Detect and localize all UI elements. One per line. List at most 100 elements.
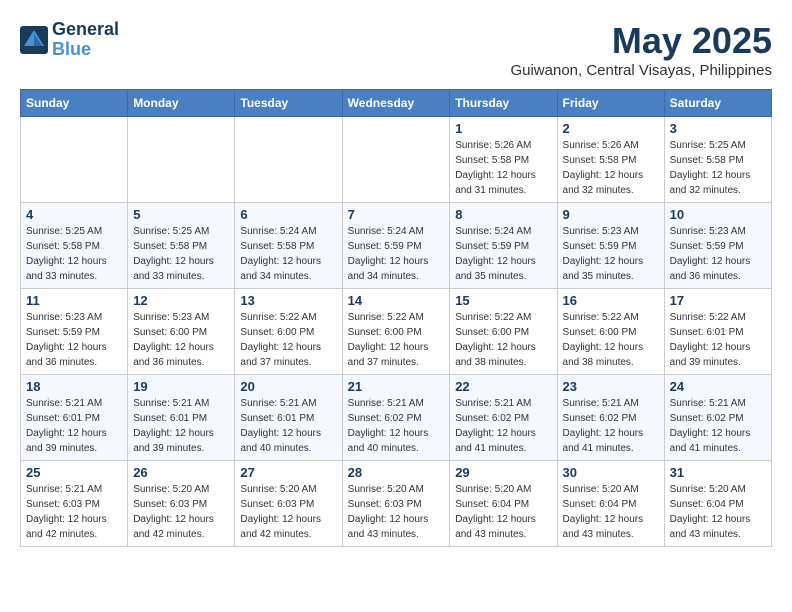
day-info: Sunrise: 5:21 AMSunset: 6:03 PMDaylight:… xyxy=(26,482,122,542)
calendar-cell: 9Sunrise: 5:23 AMSunset: 5:59 PMDaylight… xyxy=(557,203,664,289)
day-number: 14 xyxy=(348,293,445,308)
calendar-cell: 26 Sunrise: 5:20 AMSunset: 6:03 PMDayligh… xyxy=(128,461,235,547)
day-info: Sunrise: 5:20 AMSunset: 6:04 PMDaylight:… xyxy=(455,482,551,542)
weekday-header-saturday: Saturday xyxy=(664,90,771,117)
day-number: 11 xyxy=(26,293,122,308)
day-info: Sunrise: 5:21 AMSunset: 6:01 PMDaylight:… xyxy=(26,396,122,456)
day-info: Sunrise: 5:22 AMSunset: 6:00 PMDaylight:… xyxy=(348,310,445,370)
day-info: Sunrise: 5:23 AMSunset: 6:00 PMDaylight:… xyxy=(133,310,229,370)
day-info: Sunrise: 5:25 AMSunset: 5:58 PMDaylight:… xyxy=(670,138,766,198)
day-number: 13 xyxy=(240,293,336,308)
logo-line1: General xyxy=(52,20,119,40)
day-info: Sunrise: 5:20 AMSunset: 6:03 PMDaylight:… xyxy=(240,482,336,542)
day-number: 1 xyxy=(455,121,551,136)
weekday-header-sunday: Sunday xyxy=(21,90,128,117)
day-info: Sunrise: 5:20 AMSunset: 6:03 PMDaylight:… xyxy=(133,482,229,542)
day-number: 23 xyxy=(563,379,659,394)
location-subtitle: Guiwanon, Central Visayas, Philippines xyxy=(510,62,772,79)
calendar-cell: 30 Sunrise: 5:20 AMSunset: 6:04 PMDayligh… xyxy=(557,461,664,547)
calendar-cell: 20 Sunrise: 5:21 AMSunset: 6:01 PMDayligh… xyxy=(235,375,342,461)
calendar-cell: 23Sunrise: 5:21 AMSunset: 6:02 PMDayligh… xyxy=(557,375,664,461)
day-info: Sunrise: 5:22 AMSunset: 6:00 PMDaylight:… xyxy=(240,310,336,370)
day-info: Sunrise: 5:21 AMSunset: 6:02 PMDaylight:… xyxy=(670,396,766,456)
weekday-header-friday: Friday xyxy=(557,90,664,117)
day-info: Sunrise: 5:22 AMSunset: 6:00 PMDaylight:… xyxy=(455,310,551,370)
day-info: Sunrise: 5:24 AMSunset: 5:59 PMDaylight:… xyxy=(455,224,551,284)
day-number: 16 xyxy=(563,293,659,308)
calendar-cell: 29Sunrise: 5:20 AMSunset: 6:04 PMDayligh… xyxy=(450,461,557,547)
day-info: Sunrise: 5:21 AMSunset: 6:01 PMDaylight:… xyxy=(240,396,336,456)
logo-icon xyxy=(20,26,48,54)
weekday-header-wednesday: Wednesday xyxy=(342,90,450,117)
day-number: 10 xyxy=(670,207,766,222)
calendar-cell: 21Sunrise: 5:21 AMSunset: 6:02 PMDayligh… xyxy=(342,375,450,461)
calendar-cell: 16 Sunrise: 5:22 AMSunset: 6:00 PMDayligh… xyxy=(557,289,664,375)
day-info: Sunrise: 5:21 AMSunset: 6:01 PMDaylight:… xyxy=(133,396,229,456)
calendar-cell: 6 Sunrise: 5:24 AMSunset: 5:58 PMDaylight… xyxy=(235,203,342,289)
day-number: 22 xyxy=(455,379,551,394)
calendar-cell: 27Sunrise: 5:20 AMSunset: 6:03 PMDayligh… xyxy=(235,461,342,547)
month-title: May 2025 xyxy=(510,20,772,62)
calendar-cell: 18 Sunrise: 5:21 AMSunset: 6:01 PMDayligh… xyxy=(21,375,128,461)
calendar-cell: 13 Sunrise: 5:22 AMSunset: 6:00 PMDayligh… xyxy=(235,289,342,375)
calendar-cell: 31Sunrise: 5:20 AMSunset: 6:04 PMDayligh… xyxy=(664,461,771,547)
calendar-cell: 3 Sunrise: 5:25 AMSunset: 5:58 PMDaylight… xyxy=(664,117,771,203)
logo: General Blue xyxy=(20,20,119,60)
day-info: Sunrise: 5:24 AMSunset: 5:58 PMDaylight:… xyxy=(240,224,336,284)
day-number: 18 xyxy=(26,379,122,394)
day-info: Sunrise: 5:23 AMSunset: 5:59 PMDaylight:… xyxy=(670,224,766,284)
day-number: 24 xyxy=(670,379,766,394)
calendar-cell xyxy=(342,117,450,203)
calendar-week-4: 18 Sunrise: 5:21 AMSunset: 6:01 PMDayligh… xyxy=(21,375,772,461)
weekday-header-monday: Monday xyxy=(128,90,235,117)
day-info: Sunrise: 5:23 AMSunset: 5:59 PMDaylight:… xyxy=(26,310,122,370)
day-number: 7 xyxy=(348,207,445,222)
calendar-cell: 8Sunrise: 5:24 AMSunset: 5:59 PMDaylight… xyxy=(450,203,557,289)
day-number: 31 xyxy=(670,465,766,480)
calendar-cell: 22 Sunrise: 5:21 AMSunset: 6:02 PMDayligh… xyxy=(450,375,557,461)
calendar-cell: 19 Sunrise: 5:21 AMSunset: 6:01 PMDayligh… xyxy=(128,375,235,461)
calendar-week-3: 11 Sunrise: 5:23 AMSunset: 5:59 PMDayligh… xyxy=(21,289,772,375)
calendar-week-2: 4 Sunrise: 5:25 AMSunset: 5:58 PMDaylight… xyxy=(21,203,772,289)
calendar-cell: 14 Sunrise: 5:22 AMSunset: 6:00 PMDayligh… xyxy=(342,289,450,375)
day-number: 15 xyxy=(455,293,551,308)
day-number: 4 xyxy=(26,207,122,222)
day-number: 5 xyxy=(133,207,229,222)
day-info: Sunrise: 5:22 AMSunset: 6:01 PMDaylight:… xyxy=(670,310,766,370)
calendar-cell xyxy=(128,117,235,203)
calendar-cell: 28 Sunrise: 5:20 AMSunset: 6:03 PMDayligh… xyxy=(342,461,450,547)
day-info: Sunrise: 5:22 AMSunset: 6:00 PMDaylight:… xyxy=(563,310,659,370)
logo-line2: Blue xyxy=(52,39,91,59)
day-info: Sunrise: 5:26 AMSunset: 5:58 PMDaylight:… xyxy=(455,138,551,198)
day-number: 9 xyxy=(563,207,659,222)
day-number: 20 xyxy=(240,379,336,394)
calendar-cell: 25Sunrise: 5:21 AMSunset: 6:03 PMDayligh… xyxy=(21,461,128,547)
day-info: Sunrise: 5:21 AMSunset: 6:02 PMDaylight:… xyxy=(455,396,551,456)
calendar-cell: 4Sunrise: 5:25 AMSunset: 5:58 PMDaylight… xyxy=(21,203,128,289)
day-info: Sunrise: 5:24 AMSunset: 5:59 PMDaylight:… xyxy=(348,224,445,284)
day-info: Sunrise: 5:25 AMSunset: 5:58 PMDaylight:… xyxy=(133,224,229,284)
calendar-cell: 10 Sunrise: 5:23 AMSunset: 5:59 PMDayligh… xyxy=(664,203,771,289)
day-number: 30 xyxy=(563,465,659,480)
page-header: General Blue May 2025 Guiwanon, Central … xyxy=(20,20,772,79)
day-number: 17 xyxy=(670,293,766,308)
calendar-cell xyxy=(235,117,342,203)
day-info: Sunrise: 5:20 AMSunset: 6:04 PMDaylight:… xyxy=(563,482,659,542)
day-number: 26 xyxy=(133,465,229,480)
day-number: 19 xyxy=(133,379,229,394)
calendar-cell: 2Sunrise: 5:26 AMSunset: 5:58 PMDaylight… xyxy=(557,117,664,203)
calendar-cell: 24 Sunrise: 5:21 AMSunset: 6:02 PMDayligh… xyxy=(664,375,771,461)
calendar-cell: 11 Sunrise: 5:23 AMSunset: 5:59 PMDayligh… xyxy=(21,289,128,375)
calendar-cell: 5 Sunrise: 5:25 AMSunset: 5:58 PMDaylight… xyxy=(128,203,235,289)
calendar-week-1: 1 Sunrise: 5:26 AMSunset: 5:58 PMDaylight… xyxy=(21,117,772,203)
day-info: Sunrise: 5:20 AMSunset: 6:03 PMDaylight:… xyxy=(348,482,445,542)
title-area: May 2025 Guiwanon, Central Visayas, Phil… xyxy=(510,20,772,79)
calendar-week-5: 25Sunrise: 5:21 AMSunset: 6:03 PMDayligh… xyxy=(21,461,772,547)
calendar-cell: 1 Sunrise: 5:26 AMSunset: 5:58 PMDaylight… xyxy=(450,117,557,203)
calendar-cell: 12Sunrise: 5:23 AMSunset: 6:00 PMDayligh… xyxy=(128,289,235,375)
day-number: 6 xyxy=(240,207,336,222)
day-info: Sunrise: 5:21 AMSunset: 6:02 PMDaylight:… xyxy=(348,396,445,456)
day-number: 3 xyxy=(670,121,766,136)
day-number: 28 xyxy=(348,465,445,480)
calendar-cell: 17 Sunrise: 5:22 AMSunset: 6:01 PMDayligh… xyxy=(664,289,771,375)
